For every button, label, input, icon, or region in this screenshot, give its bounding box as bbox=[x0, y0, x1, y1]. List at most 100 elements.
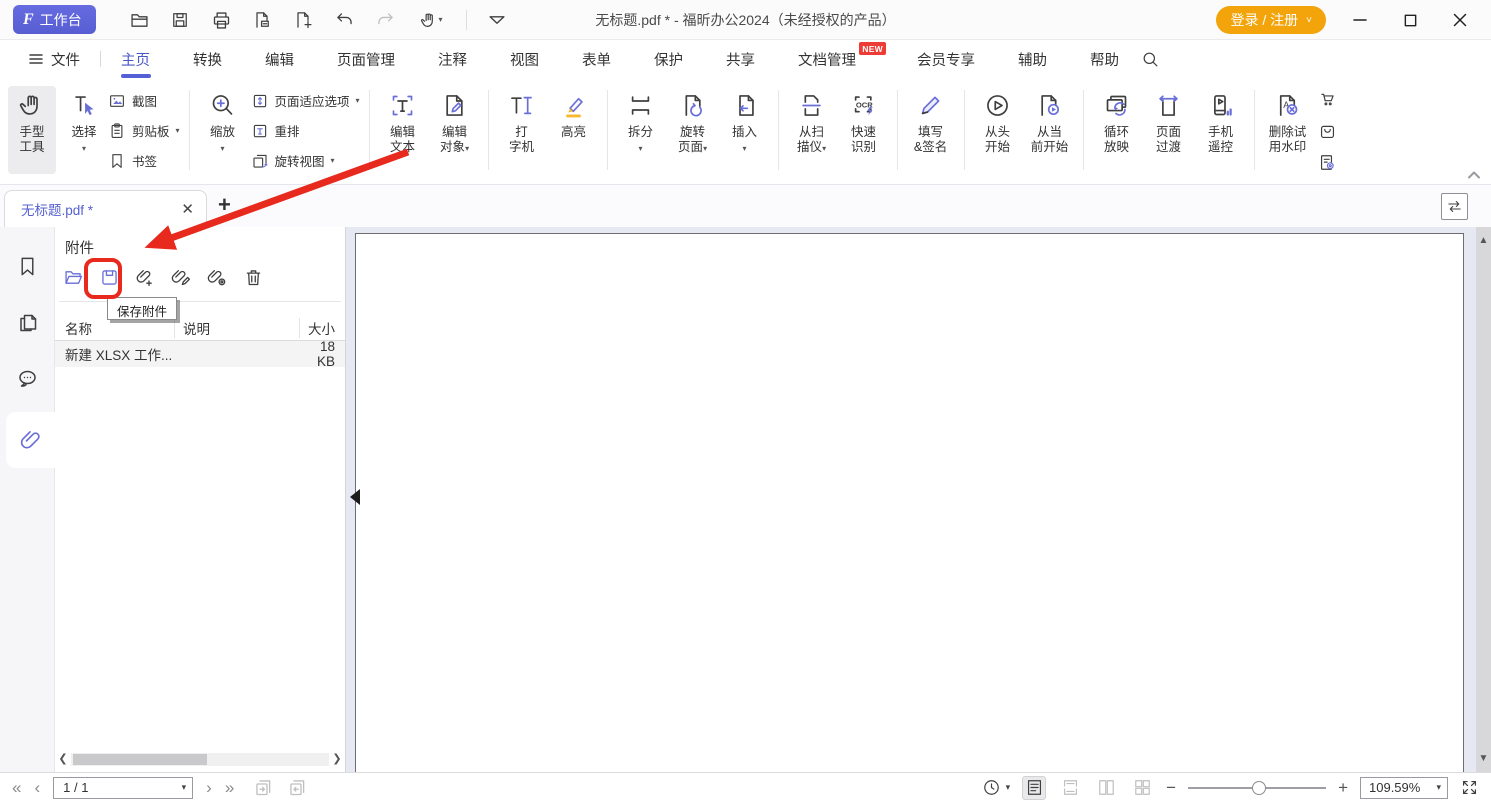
remove-trial-watermark-button[interactable]: A 删除试 用水印 bbox=[1264, 86, 1312, 174]
reflow-button[interactable]: 重排 bbox=[251, 121, 360, 140]
edit-text-button[interactable]: 编辑 文本 bbox=[379, 86, 427, 174]
scroll-left-icon[interactable]: ❮ bbox=[55, 752, 71, 767]
next-view-button[interactable] bbox=[287, 777, 308, 798]
menu-item-share[interactable]: 共享 bbox=[726, 40, 755, 78]
new-tab-button[interactable]: + bbox=[218, 194, 231, 216]
select-tool-button[interactable]: 选择 ▾ bbox=[60, 86, 108, 174]
workspace-button[interactable]: F 工作台 bbox=[13, 5, 96, 34]
attachment-settings-button[interactable] bbox=[205, 265, 229, 289]
undo-button[interactable] bbox=[333, 9, 355, 31]
col-header-name[interactable]: 名称 bbox=[55, 318, 175, 338]
zoom-button[interactable]: 缩放 ▾ bbox=[199, 86, 247, 174]
menu-item-convert[interactable]: 转换 bbox=[193, 40, 222, 78]
bookmarks-panel-button[interactable] bbox=[0, 255, 55, 278]
previous-page-button[interactable]: ‹ bbox=[34, 779, 40, 797]
comments-panel-button[interactable] bbox=[0, 367, 55, 391]
play-from-start-button[interactable]: 从头 开始 bbox=[974, 86, 1022, 174]
continuous-facing-view-button[interactable] bbox=[1130, 776, 1154, 800]
document-tab[interactable]: 无标题.pdf * ✕ bbox=[4, 190, 207, 227]
preferences-button[interactable] bbox=[1318, 153, 1337, 172]
snapshot-button[interactable]: 截图 bbox=[108, 91, 180, 110]
menu-item-view[interactable]: 视图 bbox=[510, 40, 539, 78]
store-cart-button[interactable] bbox=[1318, 90, 1337, 109]
from-scanner-button[interactable]: 从扫 描仪▾ bbox=[788, 86, 836, 174]
menu-item-help[interactable]: 帮助 bbox=[1090, 40, 1119, 78]
first-page-button[interactable]: « bbox=[12, 779, 21, 797]
menu-item-home[interactable]: 主页 bbox=[121, 40, 150, 78]
hand-tool-button[interactable]: 手型 工具 bbox=[8, 86, 56, 174]
scroll-right-icon[interactable]: ❯ bbox=[329, 752, 345, 767]
shop-bag-button[interactable] bbox=[1318, 122, 1337, 141]
collapse-panel-handle[interactable] bbox=[350, 489, 360, 505]
scrollbar-thumb[interactable] bbox=[73, 754, 207, 765]
bookmark-button[interactable]: 书签 bbox=[108, 151, 180, 170]
fullscreen-button[interactable] bbox=[1460, 778, 1479, 797]
rotate-view-button[interactable]: 旋转视图 ▾ bbox=[251, 151, 360, 170]
menu-item-comment[interactable]: 注释 bbox=[438, 40, 467, 78]
minimize-button[interactable] bbox=[1335, 0, 1385, 40]
menu-item-page-management[interactable]: 页面管理 bbox=[337, 40, 395, 78]
scroll-up-icon[interactable]: ▲ bbox=[1476, 235, 1491, 246]
col-header-description[interactable]: 说明 bbox=[175, 318, 300, 338]
tab-close-icon[interactable]: ✕ bbox=[179, 200, 196, 218]
pages-panel-button[interactable] bbox=[0, 311, 55, 335]
highlight-button[interactable]: 高亮 bbox=[550, 86, 598, 174]
switch-view-button[interactable] bbox=[1441, 193, 1468, 220]
continuous-view-button[interactable] bbox=[1058, 776, 1082, 800]
clipboard-button[interactable]: 剪贴板 ▾ bbox=[108, 121, 180, 140]
vertical-scrollbar[interactable]: ▲ ▼ bbox=[1476, 227, 1491, 772]
split-button[interactable]: 拆分 ▾ bbox=[617, 86, 665, 174]
zoom-out-button[interactable]: − bbox=[1166, 780, 1176, 796]
zoom-slider[interactable] bbox=[1188, 781, 1326, 795]
maximize-button[interactable] bbox=[1385, 0, 1435, 40]
print-button[interactable] bbox=[210, 9, 232, 31]
menu-item-edit[interactable]: 编辑 bbox=[265, 40, 294, 78]
typewriter-button[interactable]: 打 字机 bbox=[498, 86, 546, 174]
quick-ocr-button[interactable]: OCR 快速 识别 bbox=[840, 86, 888, 174]
menu-item-membership[interactable]: 会员专享 bbox=[917, 40, 975, 78]
insert-page-button[interactable]: 插入 ▾ bbox=[721, 86, 769, 174]
rotate-page-button[interactable]: 旋转 页面▾ bbox=[669, 86, 717, 174]
zoom-slider-thumb[interactable] bbox=[1252, 781, 1266, 795]
page-number-combo[interactable]: 1 / 1 ▾ bbox=[53, 777, 193, 799]
delete-attachment-button[interactable] bbox=[241, 265, 265, 289]
page-transition-button[interactable]: 页面 过渡 bbox=[1145, 86, 1193, 174]
save-button[interactable] bbox=[169, 9, 191, 31]
panel-horizontal-scrollbar[interactable]: ❮ ❯ bbox=[55, 752, 345, 767]
last-page-button[interactable]: » bbox=[225, 779, 234, 797]
zoom-in-button[interactable]: + bbox=[1338, 780, 1348, 796]
phone-remote-button[interactable]: 手机 遥控 bbox=[1197, 86, 1245, 174]
menu-item-protect[interactable]: 保护 bbox=[654, 40, 683, 78]
menu-item-accessibility[interactable]: 辅助 bbox=[1018, 40, 1047, 78]
pdf-page[interactable] bbox=[355, 233, 1464, 772]
collapse-ribbon-button[interactable] bbox=[1467, 170, 1481, 180]
save-attachment-button[interactable] bbox=[97, 265, 121, 289]
zoom-level-combo[interactable]: 109.59% ▾ bbox=[1360, 777, 1448, 799]
close-page-button[interactable] bbox=[251, 9, 273, 31]
redo-button[interactable] bbox=[374, 9, 396, 31]
hand-tool-quick-button[interactable]: ▾ bbox=[415, 9, 447, 31]
loop-play-button[interactable]: 循环 放映 bbox=[1093, 86, 1141, 174]
menu-item-form[interactable]: 表单 bbox=[582, 40, 611, 78]
menu-item-file[interactable]: 文件 bbox=[28, 40, 80, 78]
menu-item-doc-management[interactable]: 文档管理NEW bbox=[798, 40, 856, 78]
reading-time-button[interactable]: ▾ bbox=[982, 778, 1011, 797]
login-register-button[interactable]: 登录 / 注册 ˅ bbox=[1216, 6, 1326, 34]
single-page-view-button[interactable] bbox=[1022, 776, 1046, 800]
attachments-panel-button[interactable] bbox=[6, 412, 55, 468]
scroll-down-icon[interactable]: ▼ bbox=[1476, 753, 1491, 764]
play-from-current-button[interactable]: 从当 前开始 bbox=[1026, 86, 1074, 174]
close-button[interactable] bbox=[1435, 0, 1485, 40]
edit-object-button[interactable]: 编辑 对象▾ bbox=[431, 86, 479, 174]
fill-sign-button[interactable]: 填写 &签名 bbox=[907, 86, 955, 174]
edit-attachment-button[interactable] bbox=[169, 265, 193, 289]
col-header-size[interactable]: 大小 bbox=[300, 318, 345, 338]
new-page-button[interactable] bbox=[292, 9, 314, 31]
previous-view-button[interactable] bbox=[253, 777, 274, 798]
customize-toolbar-button[interactable] bbox=[486, 9, 508, 31]
next-page-button[interactable]: › bbox=[206, 779, 212, 797]
open-attachment-button[interactable] bbox=[61, 265, 85, 289]
attachment-row[interactable]: 新建 XLSX 工作... 18 KB bbox=[55, 341, 345, 367]
open-file-button[interactable] bbox=[128, 9, 150, 31]
fit-options-button[interactable]: 页面适应选项 ▾ bbox=[251, 91, 360, 110]
